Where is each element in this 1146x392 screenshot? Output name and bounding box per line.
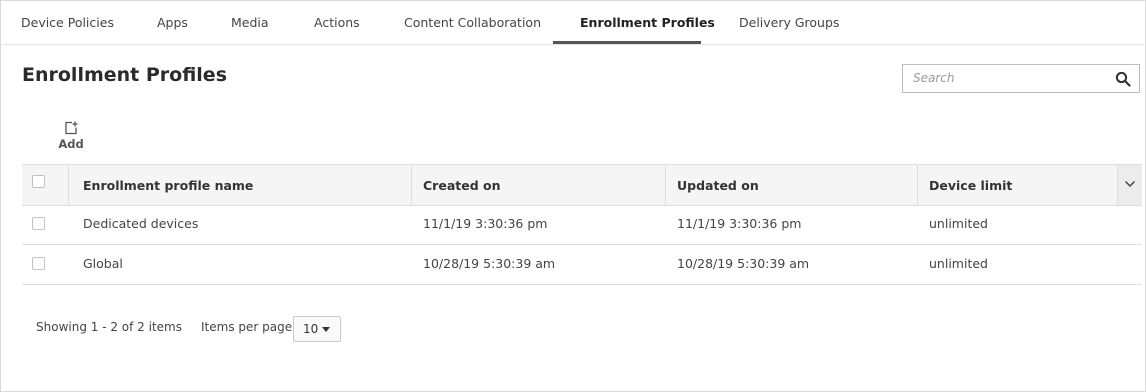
table-row[interactable]: Dedicated devices 11/1/19 3:30:36 pm 11/… (22, 205, 1142, 245)
add-icon (65, 121, 78, 135)
cell-device-limit: unlimited (929, 216, 988, 231)
tab-device-policies[interactable]: Device Policies (21, 15, 114, 30)
cell-updated-on: 10/28/19 5:30:39 am (677, 256, 810, 271)
tab-enrollment-profiles[interactable]: Enrollment Profiles (580, 15, 715, 30)
cell-created-on: 10/28/19 5:30:39 am (423, 256, 556, 271)
column-header-name[interactable]: Enrollment profile name (83, 178, 253, 193)
pagination-summary: Showing 1 - 2 of 2 items (36, 320, 182, 334)
column-chooser-button[interactable] (1117, 165, 1142, 205)
add-button-label: Add (58, 137, 84, 151)
search-box[interactable]: Search (902, 64, 1140, 93)
caret-down-icon (322, 327, 330, 332)
items-per-page-select[interactable]: 10 (293, 316, 341, 342)
tab-delivery-groups[interactable]: Delivery Groups (739, 15, 839, 30)
tab-apps[interactable]: Apps (157, 15, 188, 30)
search-icon[interactable] (1115, 71, 1131, 87)
add-button[interactable]: Add (58, 121, 84, 151)
active-tab-indicator (553, 41, 701, 44)
chevron-down-icon (1124, 180, 1136, 188)
column-divider (68, 165, 69, 205)
tab-bar: Device Policies Apps Media Actions Conte… (0, 0, 1144, 45)
cell-device-limit: unlimited (929, 256, 988, 271)
cell-updated-on: 11/1/19 3:30:36 pm (677, 216, 802, 231)
row-checkbox[interactable] (32, 257, 45, 270)
cell-profile-name: Dedicated devices (83, 216, 199, 231)
items-per-page-label: Items per page: (201, 320, 297, 334)
column-header-created[interactable]: Created on (423, 178, 501, 193)
cell-created-on: 11/1/19 3:30:36 pm (423, 216, 548, 231)
tab-media[interactable]: Media (231, 15, 269, 30)
column-divider (917, 165, 918, 205)
tab-content-collaboration[interactable]: Content Collaboration (404, 15, 541, 30)
table-header-row: Enrollment profile name Created on Updat… (22, 164, 1142, 206)
row-checkbox[interactable] (32, 217, 45, 230)
select-all-checkbox[interactable] (32, 175, 45, 188)
search-input[interactable]: Search (913, 71, 955, 85)
cell-profile-name: Global (83, 256, 123, 271)
tab-actions[interactable]: Actions (314, 15, 360, 30)
column-header-device-limit[interactable]: Device limit (929, 178, 1012, 193)
items-per-page-value: 10 (303, 322, 319, 336)
page-title: Enrollment Profiles (22, 64, 228, 86)
table-row[interactable]: Global 10/28/19 5:30:39 am 10/28/19 5:30… (22, 245, 1142, 285)
column-divider (665, 165, 666, 205)
column-header-updated[interactable]: Updated on (677, 178, 759, 193)
column-divider (411, 165, 412, 205)
